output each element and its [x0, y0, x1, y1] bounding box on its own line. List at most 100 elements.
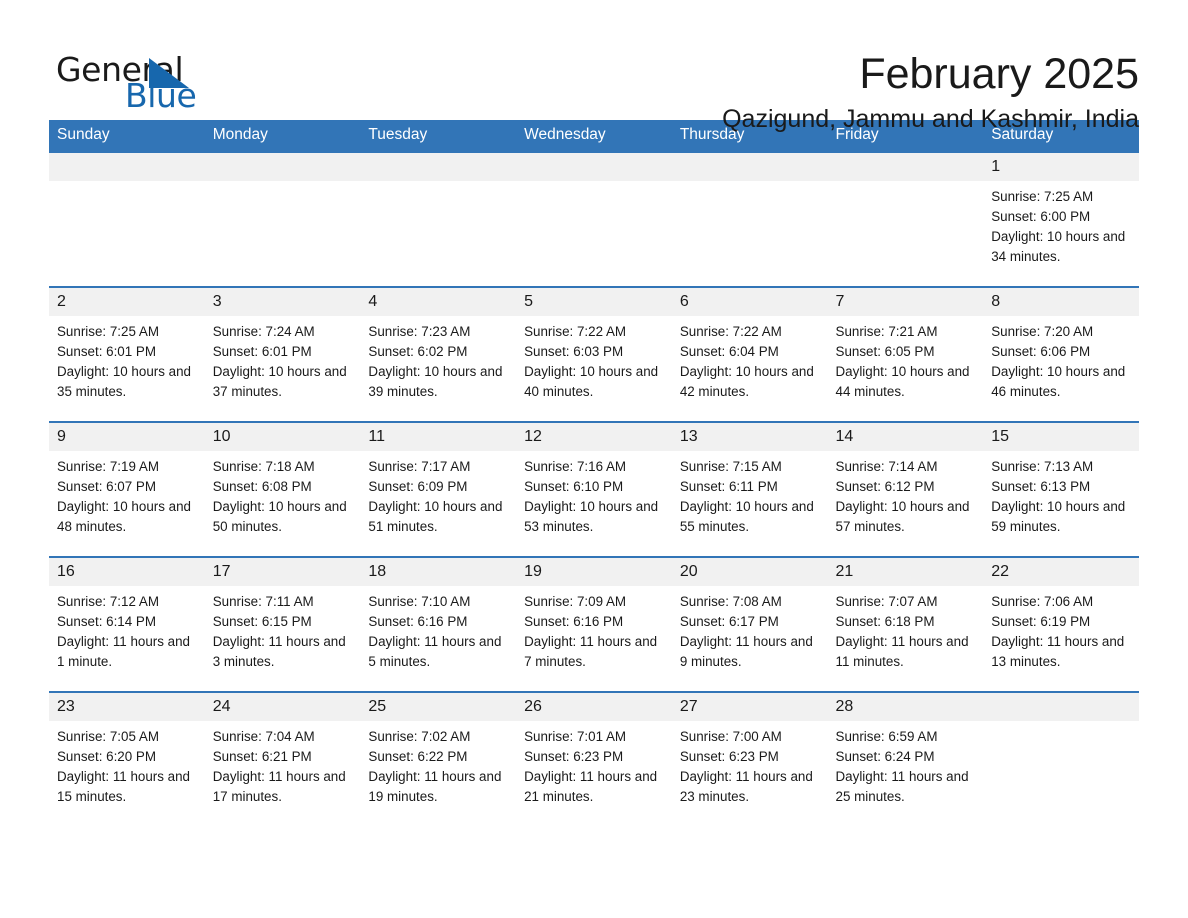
sunrise-text: Sunrise: 7:05 AM	[57, 729, 159, 744]
day-details: Sunrise: 7:23 AM Sunset: 6:02 PM Daylight:…	[360, 316, 516, 402]
calendar-day-cell[interactable]: 5 Sunrise: 7:22 AM Sunset: 6:03 PM Daylight…	[516, 286, 672, 422]
day-details: Sunrise: 7:12 AM Sunset: 6:14 PM Daylight:…	[49, 586, 205, 672]
daylight-text: Daylight: 11 hours and 11 minutes.	[835, 634, 969, 669]
sunrise-text: Sunrise: 7:20 AM	[991, 324, 1094, 339]
calendar-day-cell[interactable]: 17 Sunrise: 7:11 AM Sunset: 6:15 PM Dayligh…	[204, 556, 361, 692]
day-details: Sunrise: 7:08 AM Sunset: 6:17 PM Daylight:…	[672, 586, 828, 672]
sunset-text: Sunset: 6:15 PM	[212, 614, 312, 629]
day-number: 2	[49, 288, 205, 316]
sunset-text: Sunset: 6:18 PM	[835, 614, 935, 629]
sunrise-text: Sunrise: 7:01 AM	[524, 729, 627, 744]
day-details: Sunrise: 7:18 AM Sunset: 6:08 PM Daylight:…	[205, 451, 361, 537]
calendar-day-cell[interactable]: 11 Sunrise: 7:17 AM Sunset: 6:09 PM Dayligh…	[360, 421, 517, 557]
sunset-text: Sunset: 6:09 PM	[368, 479, 468, 494]
daylight-text: Daylight: 11 hours and 21 minutes.	[524, 769, 658, 804]
day-details: Sunrise: 7:13 AM Sunset: 6:13 PM Daylight:…	[983, 451, 1139, 537]
calendar-day-cell[interactable]: 2 Sunrise: 7:25 AM Sunset: 6:01 PM Daylight…	[49, 286, 205, 422]
weekday-header-tuesday: Tuesday	[360, 120, 517, 152]
calendar-day-cell[interactable]: 28 Sunrise: 6:59 AM Sunset: 6:24 PM Dayligh…	[827, 691, 984, 813]
calendar-day-cell[interactable]: 21 Sunrise: 7:07 AM Sunset: 6:18 PM Dayligh…	[827, 556, 984, 692]
calendar-day-cell[interactable]: 20 Sunrise: 7:08 AM Sunset: 6:17 PM Dayligh…	[671, 556, 828, 692]
daylight-text: Daylight: 10 hours and 40 minutes.	[524, 364, 659, 399]
calendar-day-cell[interactable]: 6 Sunrise: 7:22 AM Sunset: 6:04 PM Daylight…	[671, 286, 828, 422]
daylight-text: Daylight: 10 hours and 53 minutes.	[524, 499, 659, 534]
daylight-text: Daylight: 11 hours and 19 minutes.	[368, 769, 502, 804]
day-details: Sunrise: 7:10 AM Sunset: 6:16 PM Daylight:…	[360, 586, 516, 672]
calendar-day-cell[interactable]: 12 Sunrise: 7:16 AM Sunset: 6:10 PM Dayligh…	[516, 421, 672, 557]
daylight-text: Daylight: 10 hours and 42 minutes.	[679, 364, 814, 399]
day-number: 5	[516, 288, 672, 316]
calendar-day-cell[interactable]: 27 Sunrise: 7:00 AM Sunset: 6:23 PM Dayligh…	[671, 691, 828, 813]
day-details: Sunrise: 7:04 AM Sunset: 6:21 PM Daylight:…	[205, 721, 361, 807]
sunset-text: Sunset: 6:04 PM	[679, 344, 779, 359]
day-details: Sunrise: 7:06 AM Sunset: 6:19 PM Daylight:…	[983, 586, 1139, 672]
daylight-text: Daylight: 10 hours and 57 minutes.	[835, 499, 970, 534]
daylight-text: Daylight: 10 hours and 50 minutes.	[212, 499, 347, 534]
daylight-text: Daylight: 10 hours and 51 minutes.	[368, 499, 503, 534]
day-details: Sunrise: 7:25 AM Sunset: 6:00 PM Daylight:…	[983, 181, 1139, 267]
calendar-week-row: 16 Sunrise: 7:12 AM Sunset: 6:14 PM Dayligh…	[49, 556, 1139, 692]
general-blue-logo[interactable]: General Blue	[49, 47, 249, 115]
calendar-day-cell[interactable]: 24 Sunrise: 7:04 AM Sunset: 6:21 PM Dayligh…	[204, 691, 361, 813]
calendar-day-cell[interactable]: 26 Sunrise: 7:01 AM Sunset: 6:23 PM Dayligh…	[516, 691, 672, 813]
day-number: 26	[516, 693, 672, 721]
calendar-day-cell[interactable]: 23 Sunrise: 7:05 AM Sunset: 6:20 PM Dayligh…	[49, 691, 205, 813]
daylight-text: Daylight: 11 hours and 3 minutes.	[212, 634, 346, 669]
sunrise-text: Sunrise: 7:23 AM	[368, 324, 471, 339]
day-number: 7	[827, 288, 984, 316]
calendar-day-cell[interactable]: 1 Sunrise: 7:25 AM Sunset: 6:00 PM Daylight…	[983, 151, 1139, 287]
day-number: 19	[516, 558, 672, 586]
daylight-text: Daylight: 11 hours and 5 minutes.	[368, 634, 502, 669]
weekday-header-monday: Monday	[204, 120, 361, 152]
day-number: 27	[671, 693, 828, 721]
day-number: 6	[671, 288, 828, 316]
day-details: Sunrise: 7:15 AM Sunset: 6:11 PM Daylight:…	[672, 451, 828, 537]
calendar-day-cell[interactable]: 19 Sunrise: 7:09 AM Sunset: 6:16 PM Dayligh…	[516, 556, 672, 692]
calendar-week-row: 1 Sunrise: 7:25 AM Sunset: 6:00 PM Daylight…	[49, 151, 1139, 287]
calendar-day-cell[interactable]: 3 Sunrise: 7:24 AM Sunset: 6:01 PM Daylight…	[204, 286, 361, 422]
sunrise-text: Sunrise: 7:22 AM	[524, 324, 627, 339]
calendar-day-cell[interactable]: 16 Sunrise: 7:12 AM Sunset: 6:14 PM Dayligh…	[49, 556, 205, 692]
day-details: Sunrise: 7:07 AM Sunset: 6:18 PM Daylight:…	[828, 586, 984, 672]
sunset-text: Sunset: 6:19 PM	[991, 614, 1091, 629]
day-number: 15	[983, 423, 1139, 451]
sunset-text: Sunset: 6:13 PM	[991, 479, 1091, 494]
sunset-text: Sunset: 6:12 PM	[835, 479, 935, 494]
sunset-text: Sunset: 6:24 PM	[835, 749, 935, 764]
sunset-text: Sunset: 6:01 PM	[57, 344, 156, 359]
calendar-day-cell[interactable]: 18 Sunrise: 7:10 AM Sunset: 6:16 PM Dayligh…	[360, 556, 517, 692]
calendar-day-cell[interactable]: 13 Sunrise: 7:15 AM Sunset: 6:11 PM Dayligh…	[671, 421, 828, 557]
calendar-day-cell[interactable]: 9 Sunrise: 7:19 AM Sunset: 6:07 PM Daylight…	[49, 421, 205, 557]
day-details: Sunrise: 7:19 AM Sunset: 6:07 PM Daylight:…	[49, 451, 205, 537]
day-details: Sunrise: 7:20 AM Sunset: 6:06 PM Daylight:…	[983, 316, 1139, 402]
sunset-text: Sunset: 6:01 PM	[212, 344, 312, 359]
day-number	[204, 153, 361, 181]
sunset-text: Sunset: 6:11 PM	[679, 479, 778, 494]
daylight-text: Daylight: 11 hours and 15 minutes.	[57, 769, 190, 804]
sunrise-text: Sunrise: 7:00 AM	[679, 729, 782, 744]
calendar-day-cell-empty	[983, 691, 1139, 813]
daylight-text: Daylight: 10 hours and 46 minutes.	[991, 364, 1126, 399]
calendar-day-cell[interactable]: 15 Sunrise: 7:13 AM Sunset: 6:13 PM Dayligh…	[983, 421, 1139, 557]
sunrise-text: Sunrise: 7:15 AM	[679, 459, 782, 474]
calendar-day-cell[interactable]: 10 Sunrise: 7:18 AM Sunset: 6:08 PM Dayligh…	[204, 421, 361, 557]
day-number: 24	[204, 693, 361, 721]
calendar-day-cell[interactable]: 7 Sunrise: 7:21 AM Sunset: 6:05 PM Daylight…	[827, 286, 984, 422]
day-details: Sunrise: 6:59 AM Sunset: 6:24 PM Daylight:…	[828, 721, 984, 807]
day-details: Sunrise: 7:21 AM Sunset: 6:05 PM Daylight:…	[828, 316, 984, 402]
calendar-day-cell[interactable]: 4 Sunrise: 7:23 AM Sunset: 6:02 PM Daylight…	[360, 286, 517, 422]
calendar-day-cell[interactable]: 14 Sunrise: 7:14 AM Sunset: 6:12 PM Dayligh…	[827, 421, 984, 557]
day-number: 23	[49, 693, 205, 721]
day-details: Sunrise: 7:05 AM Sunset: 6:20 PM Daylight:…	[49, 721, 205, 807]
sunrise-text: Sunrise: 7:11 AM	[212, 594, 314, 609]
day-number: 25	[360, 693, 517, 721]
day-details: Sunrise: 7:00 AM Sunset: 6:23 PM Daylight:…	[672, 721, 828, 807]
day-number: 8	[983, 288, 1139, 316]
daylight-text: Daylight: 10 hours and 59 minutes.	[991, 499, 1126, 534]
calendar-day-cell[interactable]: 25 Sunrise: 7:02 AM Sunset: 6:22 PM Dayligh…	[360, 691, 517, 813]
day-number: 12	[516, 423, 672, 451]
calendar-day-cell-empty	[49, 151, 205, 287]
calendar-day-cell[interactable]: 8 Sunrise: 7:20 AM Sunset: 6:06 PM Daylight…	[983, 286, 1139, 422]
calendar-day-cell[interactable]: 22 Sunrise: 7:06 AM Sunset: 6:19 PM Dayligh…	[983, 556, 1139, 692]
day-details: Sunrise: 7:16 AM Sunset: 6:10 PM Daylight:…	[516, 451, 672, 537]
